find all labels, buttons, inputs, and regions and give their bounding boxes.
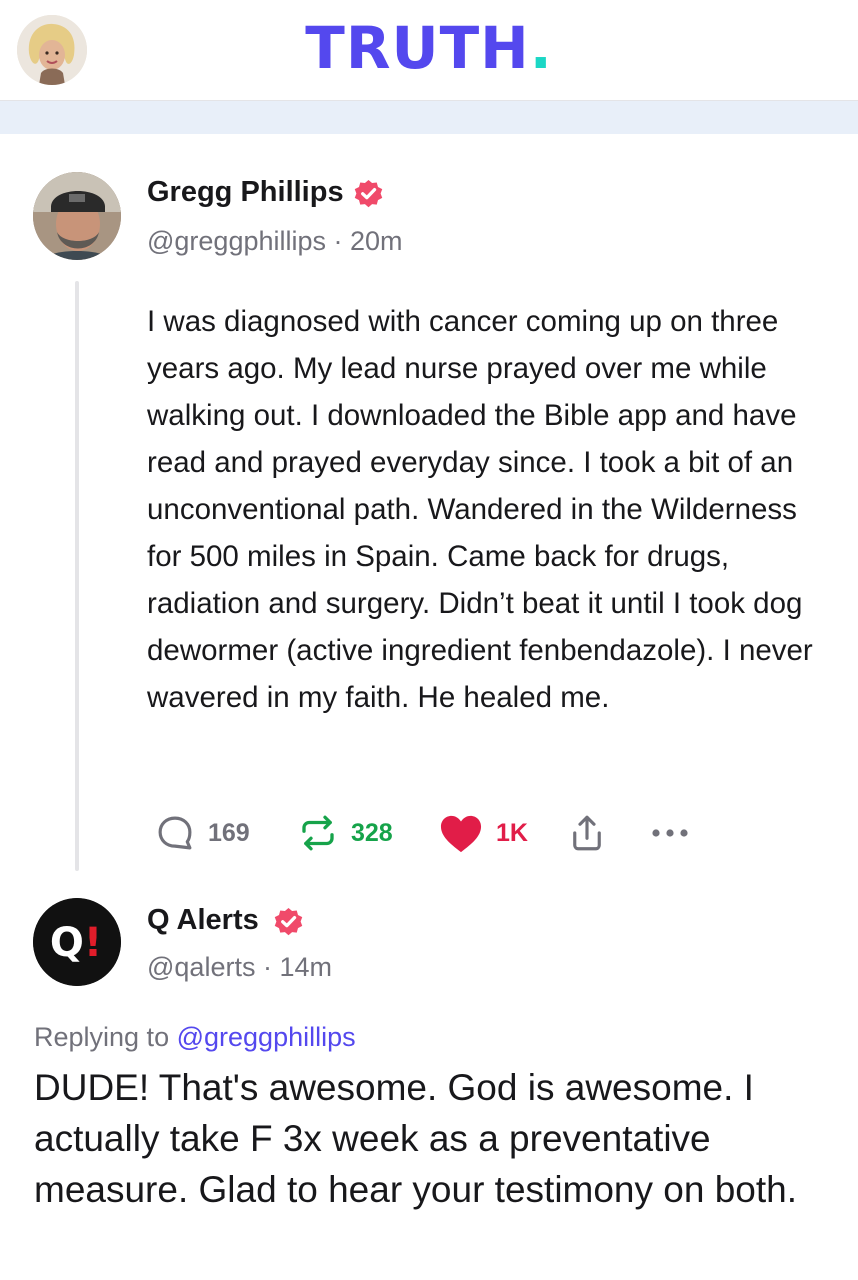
- reply-handle-line: @qalerts · 14m: [147, 952, 332, 982]
- logo-text: TRUTH: [305, 14, 530, 82]
- author-handle[interactable]: @greggphillips: [147, 226, 326, 256]
- verified-badge-icon: [354, 180, 383, 208]
- reply-body: DUDE! That's awesome. God is awesome. I …: [34, 1067, 798, 1210]
- avatar-q-text: Q!: [50, 920, 102, 966]
- header-band: [0, 101, 858, 134]
- author-name[interactable]: Gregg Phillips: [147, 176, 344, 209]
- replying-label: Replying to: [34, 1022, 170, 1052]
- post-time: 20m: [350, 226, 403, 256]
- top-bar: TRUTH.: [0, 0, 858, 101]
- heart-icon: [440, 815, 482, 853]
- author-avatar[interactable]: [33, 172, 121, 260]
- more-icon: [652, 829, 688, 837]
- reply-handle[interactable]: @qalerts: [147, 952, 255, 982]
- reply-count: 169: [208, 818, 250, 847]
- post-body: I was diagnosed with cancer coming up on…: [147, 305, 813, 714]
- more-button[interactable]: [648, 810, 692, 856]
- truth-logo[interactable]: TRUTH.: [0, 16, 858, 80]
- reply-button[interactable]: 169: [154, 810, 250, 856]
- author-handle-line: @greggphillips · 20m: [147, 226, 403, 256]
- replying-to-link[interactable]: @greggphillips: [177, 1022, 356, 1052]
- share-icon: [573, 815, 601, 851]
- reply-author-name[interactable]: Q Alerts: [147, 904, 259, 937]
- logo-dot: .: [529, 14, 553, 82]
- like-button[interactable]: 1K: [438, 810, 528, 856]
- replying-to: Replying to @greggphillips: [34, 1022, 356, 1053]
- retruth-count: 328: [351, 818, 393, 847]
- verified-badge-icon: [274, 908, 303, 936]
- thread-line: [75, 281, 79, 871]
- retruth-icon: [302, 815, 334, 851]
- share-button[interactable]: [566, 810, 608, 856]
- retruth-button[interactable]: 328: [297, 810, 393, 856]
- like-count: 1K: [496, 818, 528, 847]
- reply-author-avatar[interactable]: Q!: [33, 898, 121, 986]
- reply-icon: [158, 816, 192, 850]
- reply-time: 14m: [279, 952, 332, 982]
